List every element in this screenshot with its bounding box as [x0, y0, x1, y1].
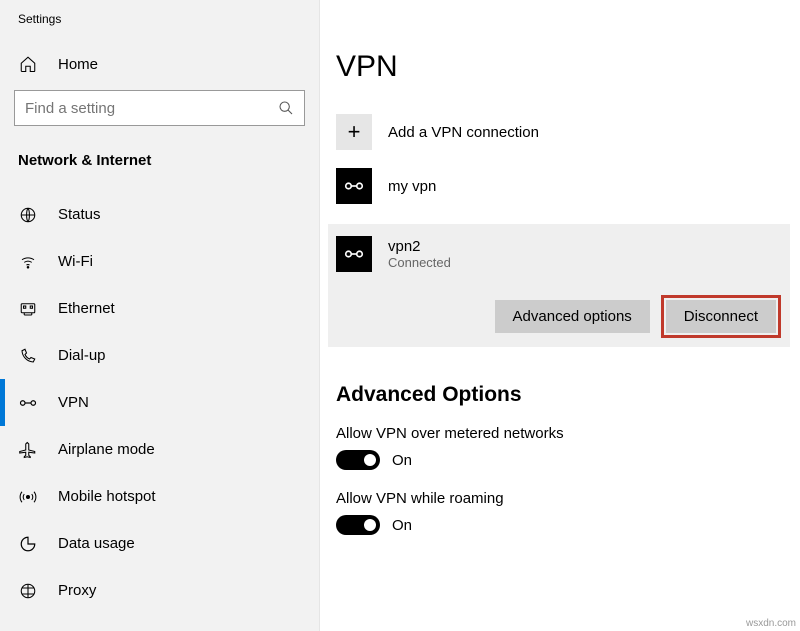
- vpn-connection-item[interactable]: my vpn: [336, 160, 790, 214]
- sidebar-item-hotspot[interactable]: Mobile hotspot: [0, 473, 319, 520]
- sidebar-item-datausage[interactable]: Data usage: [0, 520, 319, 567]
- ethernet-icon: [18, 299, 38, 319]
- vpn-connection-status: Connected: [388, 255, 451, 270]
- datausage-icon: [18, 534, 38, 554]
- sidebar-item-wifi[interactable]: Wi-Fi: [0, 238, 319, 285]
- setting-roaming: Allow VPN while roaming On: [336, 490, 790, 535]
- setting-metered: Allow VPN over metered networks On: [336, 425, 790, 470]
- hotspot-icon: [18, 487, 38, 507]
- sidebar-home[interactable]: Home: [0, 44, 319, 90]
- sidebar-item-label: Ethernet: [58, 300, 115, 317]
- vpn-connection-name: vpn2: [388, 238, 451, 255]
- vpn-connection-name: my vpn: [388, 178, 436, 195]
- app-name: Settings: [0, 8, 319, 44]
- sidebar-item-label: Dial-up: [58, 347, 106, 364]
- sidebar-item-vpn[interactable]: VPN: [0, 379, 319, 426]
- plus-icon: +: [336, 114, 372, 150]
- sidebar-item-label: VPN: [58, 394, 89, 411]
- sidebar-home-label: Home: [58, 56, 98, 73]
- sidebar-item-label: Airplane mode: [58, 441, 155, 458]
- vpn-connection-selected: vpn2 Connected Advanced options Disconne…: [328, 224, 790, 347]
- airplane-icon: [18, 440, 38, 460]
- sidebar-item-label: Wi-Fi: [58, 253, 93, 270]
- add-vpn-row[interactable]: + Add a VPN connection: [336, 106, 790, 160]
- sidebar-item-dialup[interactable]: Dial-up: [0, 332, 319, 379]
- search-input[interactable]: [25, 100, 278, 117]
- sidebar-item-proxy[interactable]: Proxy: [0, 567, 319, 614]
- advanced-options-title: Advanced Options: [336, 383, 790, 407]
- search-icon: [278, 100, 294, 116]
- sidebar-item-airplane[interactable]: Airplane mode: [0, 426, 319, 473]
- vpn-icon: [18, 393, 38, 413]
- wifi-icon: [18, 252, 38, 272]
- disconnect-button[interactable]: Disconnect: [666, 300, 776, 333]
- advanced-options-button[interactable]: Advanced options: [495, 300, 650, 333]
- toggle-roaming[interactable]: [336, 515, 380, 535]
- vpn-connection-icon: [336, 236, 372, 272]
- setting-label: Allow VPN over metered networks: [336, 425, 790, 442]
- sidebar-item-ethernet[interactable]: Ethernet: [0, 285, 319, 332]
- sidebar-item-label: Data usage: [58, 535, 135, 552]
- main-content: VPN + Add a VPN connection my vpn vpn2 C…: [320, 0, 800, 631]
- vpn-connection-icon: [336, 168, 372, 204]
- toggle-state: On: [392, 517, 412, 534]
- sidebar-item-status[interactable]: Status: [0, 191, 319, 238]
- setting-label: Allow VPN while roaming: [336, 490, 790, 507]
- sidebar-category: Network & Internet: [0, 144, 319, 191]
- search-container: [0, 90, 319, 144]
- add-vpn-label: Add a VPN connection: [388, 124, 539, 141]
- status-icon: [18, 205, 38, 225]
- sidebar: Settings Home Network & Internet Status …: [0, 0, 320, 631]
- sidebar-item-label: Mobile hotspot: [58, 488, 156, 505]
- dialup-icon: [18, 346, 38, 366]
- vpn-connection-item[interactable]: vpn2 Connected: [336, 236, 776, 272]
- page-title: VPN: [336, 50, 790, 84]
- toggle-metered[interactable]: [336, 450, 380, 470]
- toggle-state: On: [392, 452, 412, 469]
- watermark: wsxdn.com: [746, 618, 796, 629]
- proxy-icon: [18, 581, 38, 601]
- home-icon: [18, 54, 38, 74]
- sidebar-item-label: Proxy: [58, 582, 96, 599]
- sidebar-item-label: Status: [58, 206, 101, 223]
- search-box[interactable]: [14, 90, 305, 126]
